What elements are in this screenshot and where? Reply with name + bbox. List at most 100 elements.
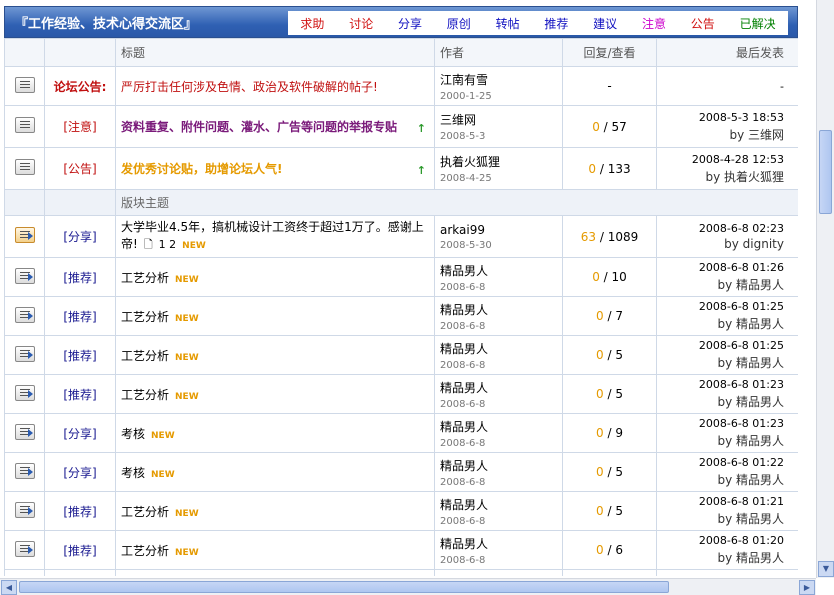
author-link[interactable]: 精品男人 [440,535,562,552]
category-tab[interactable]: 推荐 [544,15,568,32]
category-label[interactable]: [推荐] [63,271,96,285]
author-link[interactable]: 江南有雪 [440,71,562,88]
title-cell: 工艺分析 NEW [115,257,435,297]
reply-view-separator: / [603,465,616,479]
last-post-date[interactable]: 2008-6-8 01:22 [657,456,784,469]
last-post-date[interactable]: 2008-6-8 01:23 [657,417,784,430]
thread-row: [推荐] 工艺分析 NEW 精品男人 2008-6-8 0 / 5 2008-6-8 01:… [4,374,798,414]
last-post-author[interactable]: by 精品男人 [657,510,784,527]
category-tab[interactable]: 建议 [593,15,617,32]
category-tab[interactable]: 注意 [642,15,666,32]
last-post-author[interactable]: by 精品男人 [657,276,784,293]
last-post-date[interactable]: 2008-5-3 18:53 [657,111,784,124]
category-tab[interactable]: 分享 [398,15,422,32]
pinned-topic-icon[interactable] [14,159,35,175]
last-post-cell: 2008-6-8 01:25 by 精品男人 [656,335,798,375]
thread-title-link[interactable]: 工艺分析 [121,271,169,285]
last-post-date[interactable]: 2008-6-8 01:21 [657,495,784,508]
scroll-left-arrow-icon[interactable]: ◀ [1,580,17,595]
reply-view-cell: 63 / 1089 [562,215,657,258]
category-label[interactable]: [推荐] [63,544,96,558]
last-post-author[interactable]: by 精品男人 [657,315,784,332]
scroll-right-arrow-icon[interactable]: ▶ [799,580,815,595]
thread-title-link[interactable]: 考核 [121,427,145,441]
author-link[interactable]: 精品男人 [440,301,562,318]
last-post-date[interactable]: 2008-6-8 02:23 [657,222,784,235]
thread-title-link[interactable]: 工艺分析 [121,388,169,402]
category-tab[interactable]: 原创 [447,15,471,32]
thread-title-link[interactable]: 工艺分析 [121,544,169,558]
thread-title-link[interactable]: 发优秀讨论贴，助增论坛人气! [121,162,282,176]
category-tab[interactable]: 公告 [691,15,715,32]
category-label[interactable]: [推荐] [63,388,96,402]
author-link[interactable]: 精品男人 [440,340,562,357]
category-label[interactable]: [分享] [63,230,96,244]
thread-row: [分享] 考核 NEW 精品男人 2008-6-8 0 / 9 2008-6-8 01:23… [4,413,798,453]
category-tab[interactable]: 讨论 [349,15,373,32]
horizontal-scrollbar[interactable]: ◀ ▶ [0,578,816,595]
new-topic-icon[interactable] [14,540,35,557]
thread-title-link[interactable]: 工艺分析 [121,310,169,324]
new-topic-icon[interactable] [14,267,35,284]
last-post-author[interactable]: by dignity [657,237,784,251]
thread-title-link[interactable]: 严厉打击任何涉及色情、政治及软件破解的帖子! [121,80,378,94]
pinned-topic-icon[interactable] [14,76,35,93]
thread-title-link[interactable]: 工艺分析 [121,349,169,363]
vertical-scroll-thumb[interactable] [819,130,832,214]
last-post-date[interactable]: 2008-6-8 01:25 [657,300,784,313]
author-link[interactable]: 精品男人 [440,262,562,279]
category-label[interactable]: [推荐] [63,310,96,324]
category-label[interactable]: [分享] [63,466,96,480]
last-post-author[interactable]: by 精品男人 [657,432,784,449]
last-post-author[interactable]: by 精品男人 [657,471,784,488]
last-post-author[interactable]: by 执着火狐狸 [657,168,784,185]
author-link[interactable]: 精品男人 [440,457,562,474]
category-label[interactable]: [分享] [63,427,96,441]
last-post-author[interactable]: by 精品男人 [657,549,784,566]
new-topic-icon[interactable] [14,384,35,401]
new-topic-icon[interactable] [14,345,35,362]
new-topic-icon[interactable] [14,462,35,479]
last-post-author[interactable]: by 精品男人 [657,393,784,410]
author-link[interactable]: 三维网 [440,111,562,128]
category-tab[interactable]: 求助 [300,15,324,32]
last-post-date[interactable]: - [657,80,784,93]
category-label[interactable]: [推荐] [63,349,96,363]
new-badge: NEW [175,547,199,558]
category-label[interactable]: [注意] [63,120,96,134]
category-label[interactable]: [推荐] [63,505,96,519]
category-tab[interactable]: 转帖 [496,15,520,32]
new-topic-icon[interactable] [14,306,35,323]
scroll-down-arrow-icon[interactable]: ▼ [818,561,834,577]
last-post-date[interactable]: 2008-6-8 01:23 [657,378,784,391]
last-post-date[interactable]: 2008-6-8 01:25 [657,339,784,352]
last-post-author[interactable]: by 三维网 [657,126,784,143]
author-link[interactable]: 精品男人 [440,418,562,435]
view-count: 6 [615,543,623,557]
forum-title[interactable]: 『工作经验、技术心得交流区』 [15,13,197,32]
new-topic-icon[interactable] [14,501,35,518]
author-link[interactable]: 精品男人 [440,496,562,513]
horizontal-scroll-thumb[interactable] [19,581,669,593]
pinned-topic-icon[interactable] [14,117,35,133]
author-link[interactable]: 精品男人 [440,379,562,396]
last-post-date[interactable]: 2008-6-8 01:20 [657,534,784,547]
category-label[interactable]: 论坛公告: [54,80,107,94]
thread-title-link[interactable]: 资料重复、附件问题、灌水、广告等问题的举报专贴 [121,120,397,134]
last-post-date[interactable]: 2008-6-8 01:26 [657,261,784,274]
category-cell: [公告] [44,147,116,190]
last-post-date[interactable]: 2008-4-28 12:53 [657,153,784,166]
new-topic-icon[interactable] [14,423,35,440]
author-link[interactable]: 执着火狐狸 [440,153,562,170]
hot-topic-icon[interactable] [14,227,35,243]
author-link[interactable]: arkai99 [440,223,562,237]
thread-title-link[interactable]: 工艺分析 [121,505,169,519]
pinned-row: 论坛公告: 严厉打击任何涉及色情、政治及软件破解的帖子! 江南有雪 2000-1-25… [4,66,798,106]
last-post-author[interactable]: by 精品男人 [657,354,784,371]
page-links[interactable]: 1 2 [159,238,177,251]
vertical-scrollbar[interactable]: ▼ [816,0,834,578]
category-label[interactable]: [公告] [63,162,96,176]
category-tab[interactable]: 已解决 [740,15,776,32]
pinned-row: [公告] ↑ 发优秀讨论贴，助增论坛人气! 执着火狐狸 2008-4-25 0 / 133… [4,147,798,190]
thread-title-link[interactable]: 考核 [121,466,145,480]
